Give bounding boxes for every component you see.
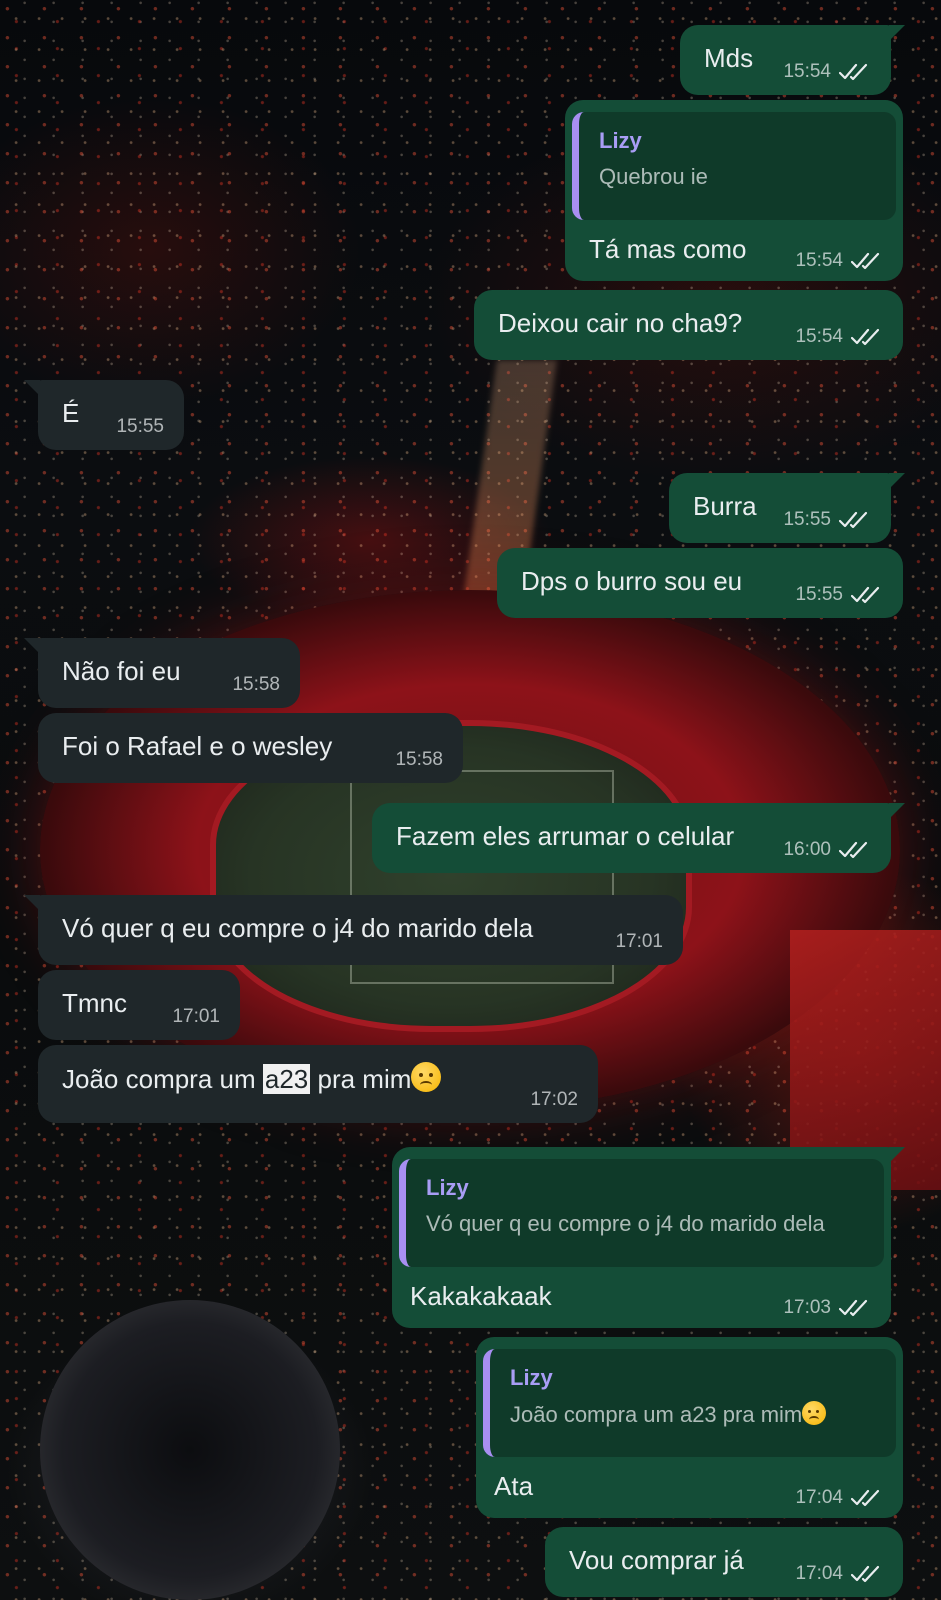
disappointed-face-icon bbox=[411, 1062, 442, 1092]
message-outgoing-reply[interactable]: Lizy João compra um a23 pra mim Ata 17:0… bbox=[476, 1337, 903, 1518]
message-time: 15:58 bbox=[232, 674, 280, 695]
message-meta: 17:01 bbox=[172, 1006, 220, 1028]
message-incoming[interactable]: Não foi eu 15:58 bbox=[24, 638, 300, 708]
message-meta: 15:55 bbox=[116, 416, 164, 438]
message-text: Dps o burro sou eu bbox=[521, 566, 743, 596]
message-meta: 15:58 bbox=[395, 749, 443, 771]
message-meta: 15:54 bbox=[795, 250, 883, 272]
quoted-text-part: João compra um a23 pra mim bbox=[510, 1402, 803, 1427]
message-text: Deixou cair no cha9? bbox=[498, 308, 743, 338]
double-check-icon bbox=[851, 1488, 883, 1508]
message-incoming[interactable]: João compra um a23 pra mim 17:02 bbox=[38, 1045, 598, 1123]
quoted-text: João compra um a23 pra mim bbox=[510, 1401, 827, 1428]
search-highlight: a23 bbox=[262, 1064, 311, 1094]
message-time: 15:55 bbox=[783, 509, 831, 530]
message-incoming[interactable]: Vó quer q eu compre o j4 do marido dela … bbox=[24, 895, 683, 965]
message-meta: 17:04 bbox=[795, 1563, 883, 1585]
message-meta: 17:02 bbox=[530, 1089, 578, 1111]
quoted-author: Lizy bbox=[599, 128, 642, 153]
message-meta: 15:54 bbox=[795, 326, 883, 348]
message-outgoing-reply[interactable]: Lizy Quebrou ie Tá mas como 15:54 bbox=[565, 100, 903, 281]
message-time: 17:04 bbox=[795, 1487, 843, 1508]
double-check-icon bbox=[851, 251, 883, 271]
message-incoming[interactable]: Foi o Rafael e o wesley 15:58 bbox=[38, 713, 463, 783]
disappointed-face-icon bbox=[802, 1401, 827, 1425]
message-text: Não foi eu bbox=[62, 656, 181, 686]
double-check-icon bbox=[839, 1298, 871, 1318]
message-meta: 15:55 bbox=[783, 509, 871, 531]
message-text: Mds bbox=[704, 43, 754, 73]
quoted-message[interactable]: Lizy Quebrou ie bbox=[572, 112, 896, 220]
message-meta: 17:03 bbox=[783, 1297, 871, 1319]
message-text: Foi o Rafael e o wesley bbox=[62, 731, 333, 761]
double-check-icon bbox=[839, 510, 871, 530]
message-text: Tmnc bbox=[62, 988, 127, 1018]
quoted-author: Lizy bbox=[426, 1175, 469, 1200]
message-time: 15:54 bbox=[795, 250, 843, 271]
message-text: Vó quer q eu compre o j4 do marido dela bbox=[62, 913, 534, 943]
message-meta: 17:04 bbox=[795, 1487, 883, 1509]
message-outgoing[interactable]: Deixou cair no cha9? 15:54 bbox=[474, 290, 903, 360]
message-time: 15:54 bbox=[795, 326, 843, 347]
message-list: Mds 15:54 Lizy Quebrou ie Tá mas como 15… bbox=[0, 0, 941, 1600]
quoted-text: Vó quer q eu compre o j4 do marido dela bbox=[426, 1211, 825, 1236]
message-text: Vou comprar já bbox=[569, 1545, 744, 1575]
quoted-author: Lizy bbox=[510, 1365, 553, 1390]
message-text-part: pra mim bbox=[310, 1064, 412, 1094]
message-meta: 15:55 bbox=[795, 584, 883, 606]
message-outgoing[interactable]: Burra 15:55 bbox=[669, 473, 905, 543]
message-text: Kakakakaak bbox=[410, 1281, 552, 1311]
message-outgoing[interactable]: Dps o burro sou eu 15:55 bbox=[497, 548, 903, 618]
quoted-message[interactable]: Lizy João compra um a23 pra mim bbox=[483, 1349, 896, 1457]
message-text: Ata bbox=[494, 1471, 534, 1501]
message-time: 17:03 bbox=[783, 1297, 831, 1318]
message-time: 17:01 bbox=[615, 931, 663, 952]
message-outgoing-reply[interactable]: Lizy Vó quer q eu compre o j4 do marido … bbox=[392, 1147, 905, 1328]
message-text-part: João compra um bbox=[62, 1064, 263, 1094]
message-text: Tá mas como bbox=[589, 234, 747, 264]
message-text: João compra um a23 pra mim bbox=[62, 1062, 442, 1095]
message-outgoing[interactable]: Fazem eles arrumar o celular 16:00 bbox=[372, 803, 905, 873]
quoted-message[interactable]: Lizy Vó quer q eu compre o j4 do marido … bbox=[399, 1159, 884, 1267]
message-time: 15:55 bbox=[795, 584, 843, 605]
message-incoming[interactable]: Tmnc 17:01 bbox=[38, 970, 240, 1040]
message-time: 15:54 bbox=[783, 61, 831, 82]
message-time: 17:02 bbox=[530, 1089, 578, 1110]
message-time: 17:01 bbox=[172, 1006, 220, 1027]
message-text: Fazem eles arrumar o celular bbox=[396, 821, 735, 851]
message-text: Burra bbox=[693, 491, 757, 521]
message-meta: 15:54 bbox=[783, 61, 871, 83]
double-check-icon bbox=[839, 840, 871, 860]
quoted-text: Quebrou ie bbox=[599, 164, 708, 189]
message-outgoing[interactable]: Mds 15:54 bbox=[680, 25, 905, 95]
message-meta: 17:01 bbox=[615, 931, 663, 953]
double-check-icon bbox=[851, 327, 883, 347]
double-check-icon bbox=[851, 1564, 883, 1584]
message-meta: 15:58 bbox=[232, 674, 280, 696]
message-time: 15:55 bbox=[116, 416, 164, 437]
message-incoming[interactable]: É 15:55 bbox=[24, 380, 184, 450]
message-time: 15:58 bbox=[395, 749, 443, 770]
message-time: 17:04 bbox=[795, 1563, 843, 1584]
message-outgoing[interactable]: Vou comprar já 17:04 bbox=[545, 1527, 903, 1597]
message-text: É bbox=[62, 398, 80, 428]
double-check-icon bbox=[851, 585, 883, 605]
message-time: 16:00 bbox=[783, 839, 831, 860]
message-meta: 16:00 bbox=[783, 839, 871, 861]
double-check-icon bbox=[839, 62, 871, 82]
